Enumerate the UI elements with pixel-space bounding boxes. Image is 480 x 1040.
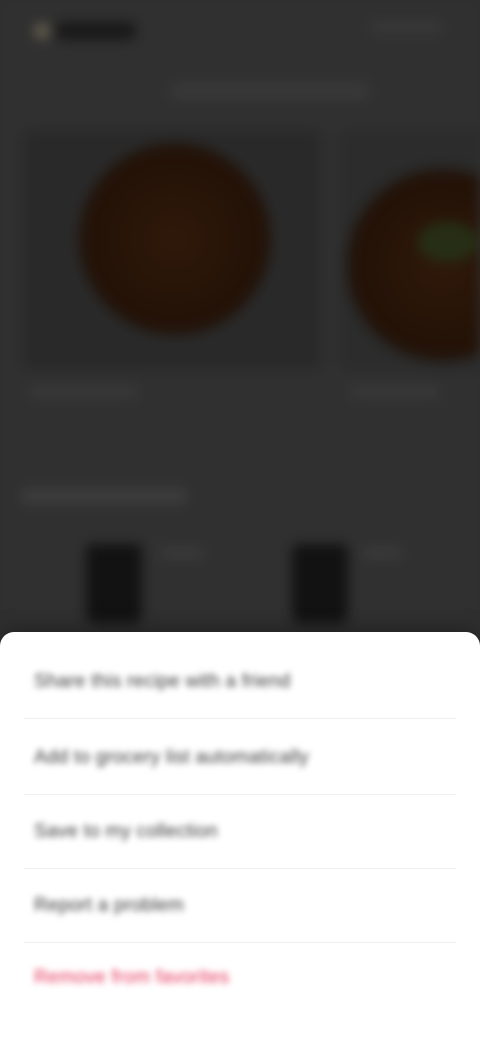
sheet-option-report[interactable]: Report a problem (0, 870, 480, 942)
action-sheet: Share this recipe with a friend Add to g… (0, 632, 480, 1040)
sheet-option-label: Remove from favorites (34, 967, 230, 988)
sheet-option-remove[interactable]: Remove from favorites (0, 942, 480, 1014)
sheet-option-label: Save to my collection (34, 821, 218, 842)
divider (24, 718, 456, 719)
sheet-option-share[interactable]: Share this recipe with a friend (0, 646, 480, 718)
divider (24, 868, 456, 869)
divider (24, 794, 456, 795)
modal-scrim[interactable] (0, 0, 480, 650)
sheet-option-label: Add to grocery list automatically (34, 747, 309, 768)
sheet-option-label: Report a problem (34, 895, 184, 916)
sheet-option-grocery[interactable]: Add to grocery list automatically (0, 722, 480, 794)
sheet-option-save[interactable]: Save to my collection (0, 796, 480, 868)
sheet-option-label: Share this recipe with a friend (34, 671, 291, 692)
